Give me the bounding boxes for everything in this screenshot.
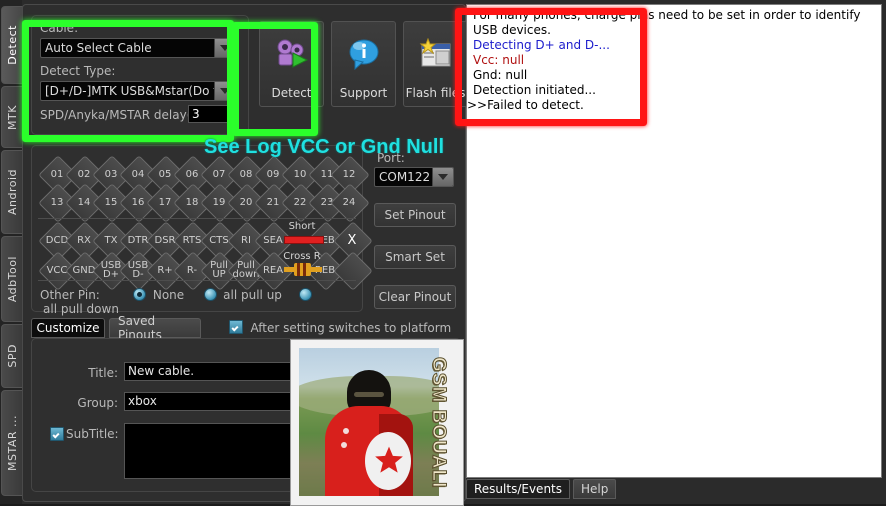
radio-none-label: None (152, 288, 185, 302)
smart-set-button[interactable]: Smart Set (374, 245, 456, 269)
checkbox-icon (229, 320, 243, 334)
support-button-label: Support (339, 86, 388, 100)
sidebar-item-label: Android (5, 168, 19, 216)
flash-files-button-label: Flash files (405, 86, 466, 100)
sidebar-item-mstar[interactable]: MSTAR ... (1, 390, 23, 496)
support-button[interactable]: Support (331, 21, 396, 107)
cable-select[interactable]: Auto Select Cable (40, 38, 236, 58)
info-bubble-icon (347, 22, 381, 86)
detect-type-select-value: [D+/D-]MTK USB&Mstar(Do find BC (45, 84, 214, 98)
chevron-down-icon[interactable] (214, 39, 235, 57)
sidebar-item-adbtool[interactable]: AdbTool (1, 236, 23, 322)
sidebar-item-android[interactable]: Android (1, 150, 23, 234)
cable-select-value: Auto Select Cable (45, 41, 152, 55)
tab-help[interactable]: Help (573, 479, 617, 499)
flash-files-icon (418, 22, 454, 86)
clear-pinout-button[interactable]: Clear Pinout (374, 285, 456, 309)
bottom-tab-bar: Results/Events Help (466, 479, 882, 501)
divider (38, 280, 356, 281)
radio-icon (133, 288, 147, 301)
detect-button[interactable]: Detect (259, 21, 324, 107)
port-select-value: COM122 (379, 170, 431, 184)
radio-icon (203, 288, 217, 301)
cable-label: Cable: (40, 21, 79, 35)
sidebar-item-label: SPD (5, 344, 19, 368)
radio-icon (299, 288, 313, 301)
tab-saved-pinouts[interactable]: Saved Pinouts (109, 314, 201, 342)
pin-map-group: 01 02 03 04 05 06 07 08 09 10 11 12 13 1… (31, 145, 373, 316)
radio-all-pull-up-label: all pull up (223, 288, 282, 302)
tab-customize[interactable]: Customize (31, 318, 105, 338)
other-pin-row: Other Pin: None all pull up all pull dow… (40, 288, 352, 316)
sidebar-item-label: MSTAR ... (5, 415, 19, 471)
log-line: Detection initiated... (473, 83, 596, 97)
sidebar-item-detect[interactable]: Detect (1, 6, 23, 84)
gears-play-icon (273, 22, 311, 86)
sidebar-item-label: Detect (5, 25, 19, 65)
log-line: For many phones, charge pins need to be … (473, 8, 865, 37)
sidebar-item-label: AdbTool (5, 255, 19, 303)
divider (38, 218, 356, 219)
figure-shape (325, 370, 413, 496)
log-line: Detecting D+ and D-... (473, 38, 610, 52)
log-line: >>Failed to detect. (467, 98, 584, 112)
watermark: GSM BOUALI (428, 356, 450, 489)
set-pinout-button[interactable]: Set Pinout (374, 203, 456, 227)
log-output[interactable]: For many phones, charge pins need to be … (466, 4, 882, 478)
promo-image: GSM BOUALI (290, 339, 464, 506)
radio-all-pull-down-label: all pull down (43, 302, 119, 316)
chevron-down-icon[interactable] (432, 168, 453, 186)
signal-x[interactable]: X (333, 221, 373, 261)
cross-r-label: Cross R (283, 251, 321, 262)
results-panel: × For many phones, charge pins need to b… (466, 2, 884, 502)
detect-button-label: Detect (271, 86, 312, 100)
chevron-down-icon[interactable] (214, 82, 235, 100)
port-select[interactable]: COM122 (374, 167, 454, 187)
delay-label: SPD/Anyka/MSTAR delay(s): (40, 108, 207, 122)
detect-type-label: Detect Type: (40, 64, 116, 78)
radio-none[interactable]: None (133, 288, 185, 302)
cable-settings-group: Cable: Auto Select Cable Detect Type: [D… (31, 15, 249, 135)
sidebar-item-spd[interactable]: SPD (1, 324, 23, 388)
pin-24[interactable]: 24 (330, 183, 370, 223)
detect-type-select[interactable]: [D+/D-]MTK USB&Mstar(Do find BC (40, 81, 236, 101)
after-setting-checkbox[interactable]: After setting switches to platform (229, 320, 451, 335)
group-label: Group: (77, 396, 118, 410)
left-tab-strip: Detect MTK Android AdbTool SPD MSTAR ... (0, 0, 23, 504)
other-pin-label: Other Pin: (40, 288, 100, 302)
subtitle-checkbox[interactable] (50, 427, 64, 442)
subtitle-label: SubTitle: (66, 427, 119, 441)
application-window: Detect MTK Android AdbTool SPD MSTAR ...… (0, 0, 886, 506)
after-setting-label: After setting switches to platform (250, 321, 452, 335)
log-line: Gnd: null (473, 68, 528, 82)
annotation-cyan-text: See Log VCC or Gnd Null (204, 136, 445, 158)
short-label: Short (288, 221, 316, 232)
sidebar-item-label: MTK (5, 104, 19, 130)
log-line: Vcc: null (473, 53, 525, 67)
checkbox-icon (50, 427, 64, 441)
tab-results-events[interactable]: Results/Events (466, 479, 571, 499)
radio-all-pull-up[interactable]: all pull up (203, 288, 282, 302)
port-controls-group: Port: COM122 Set Pinout Smart Set Clear … (367, 145, 459, 310)
sidebar-item-mtk[interactable]: MTK (1, 86, 23, 148)
flash-files-button[interactable]: Flash files (403, 21, 468, 107)
short-connector-icon (284, 236, 324, 244)
delay-input[interactable]: 3 (188, 105, 232, 123)
title-label: Title: (88, 366, 118, 380)
